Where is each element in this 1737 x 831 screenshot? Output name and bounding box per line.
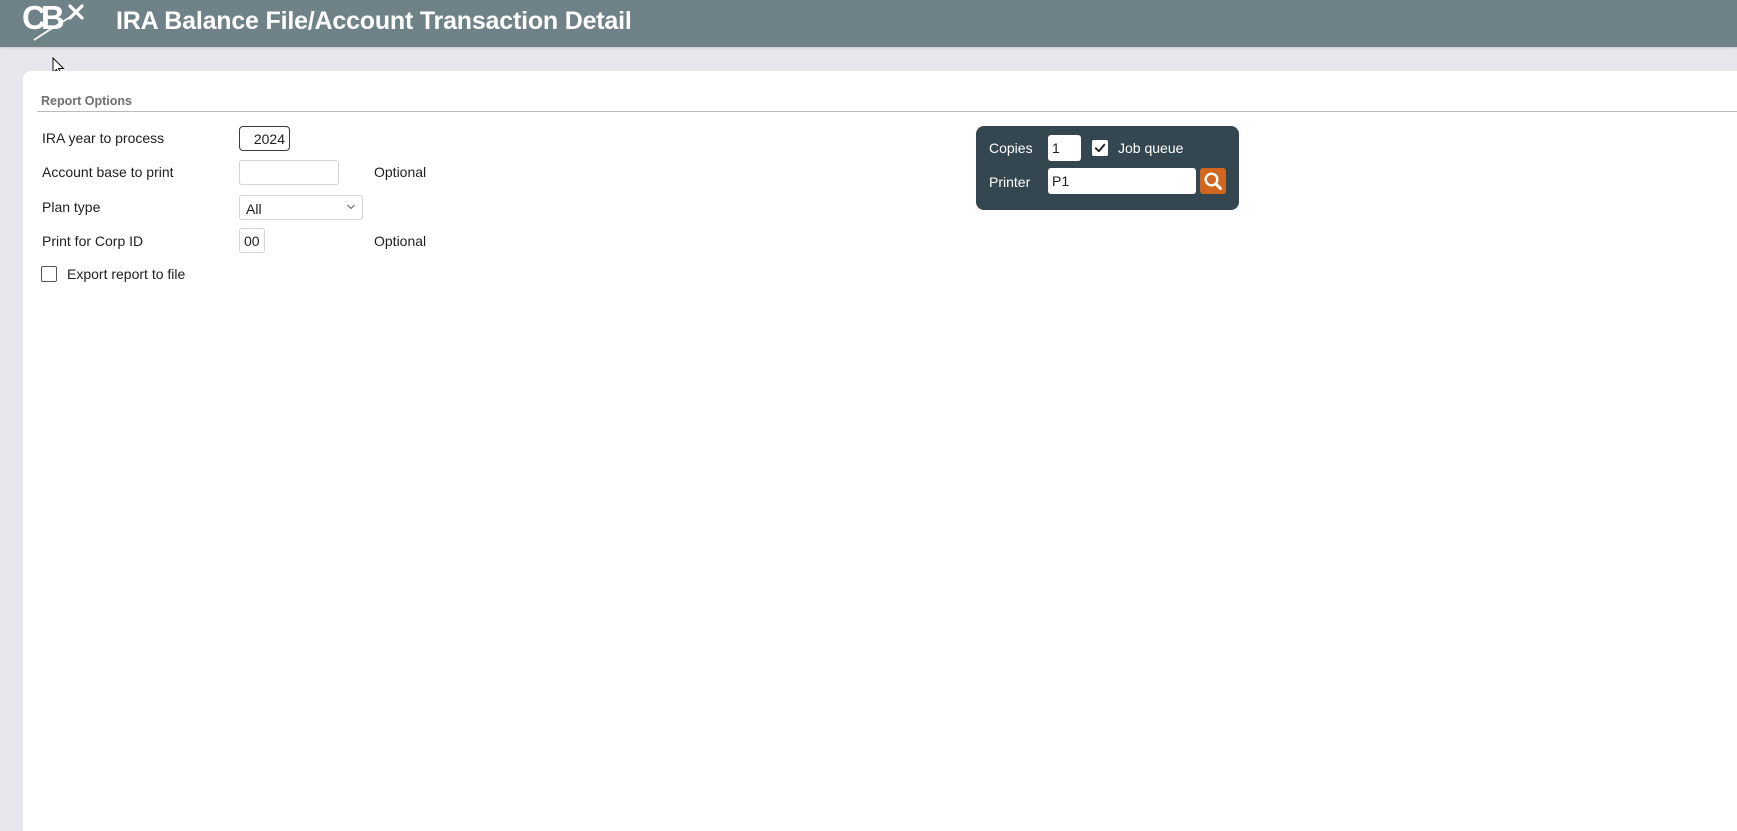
printer-search-button[interactable] (1200, 168, 1226, 194)
copies-input[interactable] (1048, 135, 1081, 161)
ira-year-input[interactable] (239, 126, 290, 151)
plan-type-label: Plan type (42, 199, 101, 215)
corp-id-label: Print for Corp ID (42, 233, 144, 249)
copies-label: Copies (989, 140, 1033, 156)
page-title: IRA Balance File/Account Transaction Det… (116, 7, 632, 35)
printer-label: Printer (989, 174, 1031, 190)
export-report-label: Export report to file (67, 266, 186, 282)
printer-input[interactable] (1048, 168, 1196, 194)
corp-id-optional-note: Optional (374, 233, 427, 249)
section-title-report-options: Report Options (41, 94, 132, 108)
job-queue-label: Job queue (1118, 140, 1184, 156)
chevron-down-icon (347, 204, 355, 210)
ira-year-label: IRA year to process (42, 130, 165, 146)
checkmark-icon (1094, 143, 1106, 153)
cbx-logo: CB (22, 0, 84, 41)
plan-type-selected-value: All (246, 201, 262, 217)
account-base-optional-note: Optional (374, 164, 427, 180)
corp-id-input[interactable] (239, 228, 265, 253)
title-bar: CB IRA Balance File/Account Transaction … (0, 0, 1737, 47)
job-queue-checkbox[interactable] (1092, 140, 1108, 156)
section-divider (37, 111, 1737, 112)
svg-text:CB: CB (22, 0, 64, 36)
export-report-checkbox[interactable] (41, 266, 57, 282)
print-settings-box: Copies Job queue Printer (976, 126, 1239, 210)
account-base-input[interactable] (239, 160, 339, 185)
account-base-label: Account base to print (42, 164, 174, 180)
plan-type-select[interactable]: All (239, 195, 363, 220)
report-panel: Report Options IRA year to process Accou… (23, 71, 1737, 831)
search-icon (1204, 172, 1222, 190)
